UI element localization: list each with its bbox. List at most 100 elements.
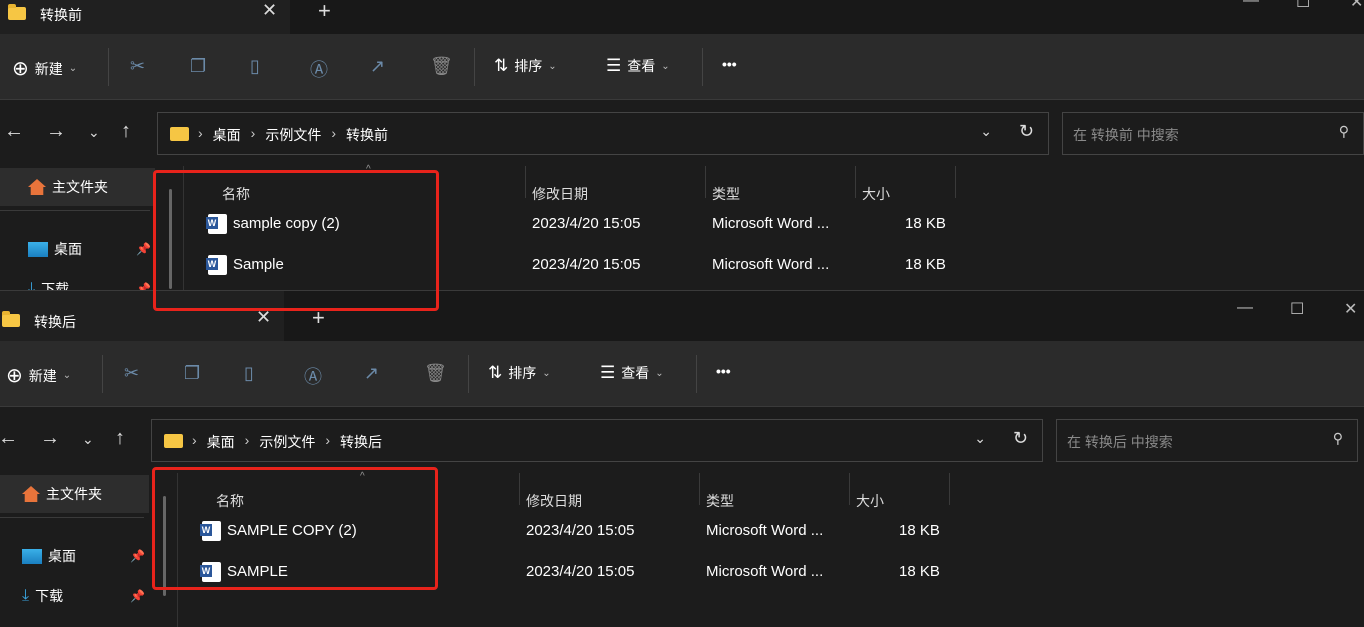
column-separator[interactable] xyxy=(519,473,520,505)
column-header-size[interactable]: 大小 xyxy=(862,184,890,204)
breadcrumb-item[interactable]: 转换后 xyxy=(340,432,382,452)
trash-icon: 🗑 xyxy=(424,363,447,383)
search-input[interactable]: 在 转换后 中搜索 ⚲ xyxy=(1056,419,1358,462)
column-separator[interactable] xyxy=(949,473,950,505)
column-header-type[interactable]: 类型 xyxy=(706,491,734,511)
address-bar[interactable]: › 桌面 › 示例文件 › 转换前 ⌄ ↻ xyxy=(157,112,1049,155)
back-button[interactable]: ← xyxy=(0,427,18,450)
maximize-button[interactable]: ☐ xyxy=(1290,299,1304,319)
sidebar-item-home[interactable]: 主文件夹 xyxy=(0,475,149,513)
share-button[interactable]: ↗ xyxy=(364,363,379,384)
file-row[interactable]: SAMPLE 2023/4/20 15:05 Microsoft Word ..… xyxy=(0,553,994,593)
plus-circle-icon: ⊕ xyxy=(6,365,23,387)
new-button[interactable]: ⊕ 新建 ⌄ xyxy=(12,56,77,81)
share-icon: ↗ xyxy=(370,56,386,76)
refresh-icon[interactable]: ↻ xyxy=(1013,428,1028,449)
search-icon: ⚲ xyxy=(1338,123,1349,139)
tab-title: 转换前 xyxy=(40,7,82,23)
more-button[interactable]: ••• xyxy=(716,363,731,379)
breadcrumb-item[interactable]: 桌面 xyxy=(213,125,241,145)
view-button[interactable]: ☰ 查看 ⌄ xyxy=(600,363,664,383)
column-separator[interactable] xyxy=(849,473,850,505)
chevron-right-icon: › xyxy=(250,125,256,141)
new-label: 新建 xyxy=(28,367,57,384)
address-dropdown-icon[interactable]: ⌄ xyxy=(974,430,986,447)
forward-button[interactable]: → xyxy=(40,427,60,450)
file-date: 2023/4/20 15:05 xyxy=(532,256,641,273)
column-separator[interactable] xyxy=(955,166,956,198)
sidebar-label: 主文件夹 xyxy=(52,179,108,195)
folder-icon xyxy=(2,311,20,327)
column-separator[interactable] xyxy=(699,473,700,505)
refresh-icon[interactable]: ↻ xyxy=(1019,121,1034,142)
up-button[interactable]: ↑ xyxy=(121,120,131,143)
column-separator[interactable] xyxy=(855,166,856,198)
view-label: 查看 xyxy=(621,365,650,381)
chevron-right-icon: › xyxy=(198,125,203,141)
breadcrumb: › 桌面 › 示例文件 › 转换前 xyxy=(198,125,388,145)
column-header-type[interactable]: 类型 xyxy=(712,184,740,204)
highlight-box-before xyxy=(153,170,439,311)
divider xyxy=(474,48,475,86)
cut-button[interactable]: ✂ xyxy=(130,56,145,77)
divider xyxy=(102,355,103,393)
back-button[interactable]: ← xyxy=(4,120,24,143)
tab-strip xyxy=(290,0,1364,34)
column-separator[interactable] xyxy=(525,166,526,198)
rename-button[interactable]: Ⓐ xyxy=(304,363,322,389)
file-row[interactable]: Sample 2023/4/20 15:05 Microsoft Word ..… xyxy=(0,246,1000,286)
navigation-bar: ← → ⌄ ↑ › 桌面 › 示例文件 › 转换前 ⌄ ↻ 在 转换前 中搜索 … xyxy=(0,100,1364,166)
sort-label: 排序 xyxy=(514,58,543,74)
view-label: 查看 xyxy=(627,58,656,74)
delete-button[interactable]: 🗑 xyxy=(424,363,447,384)
recent-dropdown-icon[interactable]: ⌄ xyxy=(82,431,94,448)
file-row[interactable]: SAMPLE COPY (2) 2023/4/20 15:05 Microsof… xyxy=(0,512,994,552)
close-window-button[interactable]: ✕ xyxy=(1350,0,1363,12)
close-tab-icon[interactable]: ✕ xyxy=(262,0,277,21)
sort-button[interactable]: ⇅ 排序 ⌄ xyxy=(494,56,557,76)
scissors-icon: ✂ xyxy=(124,363,140,383)
more-button[interactable]: ••• xyxy=(722,56,737,72)
file-row[interactable]: sample copy (2) 2023/4/20 15:05 Microsof… xyxy=(0,205,1000,245)
minimize-button[interactable]: — xyxy=(1237,299,1253,317)
search-icon: ⚲ xyxy=(1332,430,1343,446)
maximize-button[interactable]: ☐ xyxy=(1296,0,1310,12)
share-button[interactable]: ↗ xyxy=(370,56,385,77)
copy-button[interactable]: ❐ xyxy=(184,363,200,384)
address-bar[interactable]: › 桌面 › 示例文件 › 转换后 ⌄ ↻ xyxy=(151,419,1043,462)
sidebar-item-home[interactable]: 主文件夹 xyxy=(0,168,155,206)
new-button[interactable]: ⊕ 新建 ⌄ xyxy=(6,363,71,388)
paste-button[interactable]: ▯ xyxy=(250,56,260,77)
address-dropdown-icon[interactable]: ⌄ xyxy=(980,123,992,140)
rename-button[interactable]: Ⓐ xyxy=(310,56,328,82)
view-button[interactable]: ☰ 查看 ⌄ xyxy=(606,56,670,76)
recent-dropdown-icon[interactable]: ⌄ xyxy=(88,124,100,141)
column-header-date[interactable]: 修改日期 xyxy=(526,491,582,511)
minimize-button[interactable]: — xyxy=(1243,0,1259,10)
breadcrumb-item[interactable]: 示例文件 xyxy=(265,125,321,145)
new-tab-button[interactable]: + xyxy=(318,0,331,24)
sort-button[interactable]: ⇅ 排序 ⌄ xyxy=(488,363,551,383)
paste-button[interactable]: ▯ xyxy=(244,363,254,384)
tab-active[interactable]: 转换前 ✕ xyxy=(0,0,290,34)
column-header-date[interactable]: 修改日期 xyxy=(532,184,588,204)
copy-button[interactable]: ❐ xyxy=(190,56,206,77)
up-button[interactable]: ↑ xyxy=(115,427,125,450)
search-input[interactable]: 在 转换前 中搜索 ⚲ xyxy=(1062,112,1364,155)
chevron-right-icon: › xyxy=(244,432,250,448)
delete-button[interactable]: 🗑 xyxy=(430,56,453,77)
share-icon: ↗ xyxy=(364,363,380,383)
breadcrumb-item[interactable]: 转换前 xyxy=(346,125,388,145)
sort-label: 排序 xyxy=(508,365,537,381)
file-size: 18 KB xyxy=(905,256,946,273)
column-separator[interactable] xyxy=(705,166,706,198)
breadcrumb-item[interactable]: 示例文件 xyxy=(259,432,315,452)
new-label: 新建 xyxy=(34,60,63,77)
file-size: 18 KB xyxy=(905,215,946,232)
column-header-size[interactable]: 大小 xyxy=(856,491,884,511)
forward-button[interactable]: → xyxy=(46,120,66,143)
breadcrumb-item[interactable]: 桌面 xyxy=(207,432,235,452)
close-window-button[interactable]: ✕ xyxy=(1344,299,1357,319)
chevron-down-icon: ⌄ xyxy=(62,370,72,381)
cut-button[interactable]: ✂ xyxy=(124,363,139,384)
